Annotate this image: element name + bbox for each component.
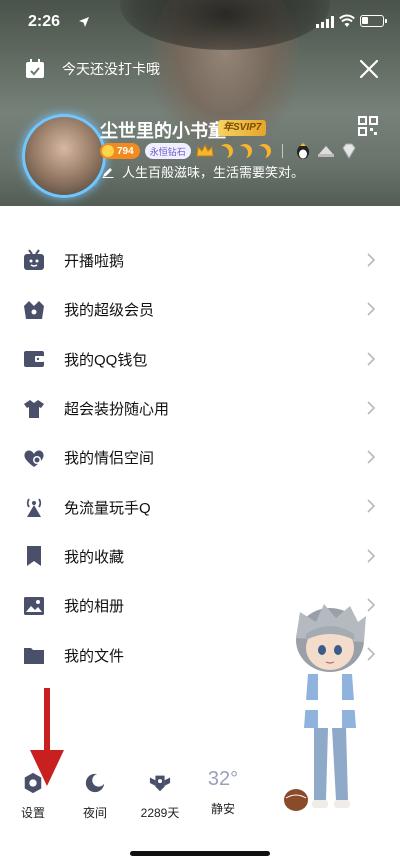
menu-item-label: 开播啦鹅	[64, 253, 125, 271]
checkin-text: 今天还没打卡哦	[62, 61, 160, 77]
gear-icon	[24, 772, 42, 794]
days-label: 2289天	[140, 806, 180, 820]
antenna-icon	[26, 498, 42, 518]
qr-code-icon[interactable]	[358, 116, 378, 136]
moon-icon	[238, 144, 252, 158]
menu-item-label: 我的文件	[64, 647, 125, 665]
menu-item-label: 我的情侣空间	[64, 450, 155, 468]
checkin-banner[interactable]: 今天还没打卡哦	[24, 58, 160, 80]
sun-icon	[102, 145, 114, 157]
signal-icon	[316, 16, 334, 28]
calendar-check-icon	[26, 59, 44, 78]
menu-item-couple[interactable]: 我的情侣空间	[0, 433, 400, 482]
level-badge[interactable]: 794	[100, 143, 140, 159]
moon-icon	[219, 144, 233, 158]
settings-button[interactable]: 设置	[8, 764, 58, 821]
signature-text: 人生百般滋味，生活需要笑对。	[122, 165, 305, 180]
chevron-right-icon	[367, 253, 376, 267]
hat-icon[interactable]	[317, 142, 335, 160]
gem-icon[interactable]	[340, 142, 358, 160]
photo-icon	[24, 596, 44, 615]
weather-widget[interactable]: 32° 静安	[198, 764, 248, 817]
chevron-right-icon	[367, 499, 376, 514]
penguin-pet-icon[interactable]	[294, 142, 312, 160]
folder-icon	[24, 648, 44, 665]
menu-item-label: 我的相册	[64, 598, 125, 616]
status-bar: 2:26	[0, 0, 400, 44]
crown-icon	[196, 143, 214, 157]
menu-item-favorites[interactable]: 我的收藏	[0, 532, 400, 581]
chevron-right-icon	[367, 549, 376, 563]
close-icon[interactable]	[358, 58, 380, 80]
shirt-icon	[24, 399, 44, 418]
bottom-bar: 设置 夜间 2289天 32° 静安	[0, 764, 400, 824]
chevron-right-icon	[367, 401, 376, 415]
badges-row: 794 永恒钻石	[100, 142, 358, 160]
home-indicator[interactable]	[130, 851, 270, 856]
level-value: 794	[117, 145, 134, 157]
settings-label: 设置	[20, 806, 45, 820]
tv-icon	[24, 249, 44, 270]
signature[interactable]: 人生百般滋味，生活需要笑对。	[102, 162, 304, 181]
menu-item-label: 我的收藏	[64, 548, 125, 566]
moon-icon	[257, 144, 271, 158]
diamond-badge[interactable]: 永恒钻石	[144, 143, 191, 159]
moon-icon	[85, 773, 106, 793]
night-mode-button[interactable]: 夜间	[70, 764, 120, 821]
temperature: 32°	[207, 768, 239, 790]
days-badge-button[interactable]: 2289天	[132, 764, 188, 821]
menu-item-label: 免流量玩手Q	[64, 499, 151, 517]
profile-header: 2:26 今天还没打卡哦 尘世里的小书童 年SVIP7 794 永恒钻石 人生百…	[0, 0, 400, 206]
menu-item-wallet[interactable]: 我的QQ钱包	[0, 335, 400, 384]
crown-basket-icon	[24, 300, 44, 319]
city-label: 静安	[210, 802, 235, 816]
divider	[281, 144, 283, 158]
menu-item-label: 我的QQ钱包	[64, 351, 148, 369]
bookmark-icon	[27, 546, 41, 567]
menu-item-label: 超会装扮随心用	[64, 401, 170, 419]
chevron-right-icon	[367, 302, 376, 316]
wallet-icon	[24, 351, 44, 368]
chevron-right-icon	[367, 450, 376, 464]
battery-icon	[360, 15, 387, 27]
menu-item-free-data[interactable]: 免流量玩手Q	[0, 482, 400, 531]
svip-badge[interactable]: 年SVIP7	[218, 120, 267, 136]
winged-badge-icon	[149, 775, 171, 792]
menu-item-dressup[interactable]: 超会装扮随心用	[0, 384, 400, 433]
location-arrow-icon	[79, 17, 89, 27]
avatar[interactable]	[22, 114, 106, 198]
night-label: 夜间	[82, 806, 107, 820]
pen-icon	[102, 167, 114, 178]
menu-item-label: 我的超级会员	[64, 302, 155, 320]
nickname[interactable]: 尘世里的小书童	[100, 117, 226, 143]
menu-item-live[interactable]: 开播啦鹅	[0, 236, 400, 285]
wifi-icon	[339, 14, 355, 27]
chevron-right-icon	[367, 352, 376, 366]
couple-heart-icon	[24, 450, 44, 467]
menu-item-svip[interactable]: 我的超级会员	[0, 285, 400, 334]
status-time: 2:26	[28, 13, 61, 30]
